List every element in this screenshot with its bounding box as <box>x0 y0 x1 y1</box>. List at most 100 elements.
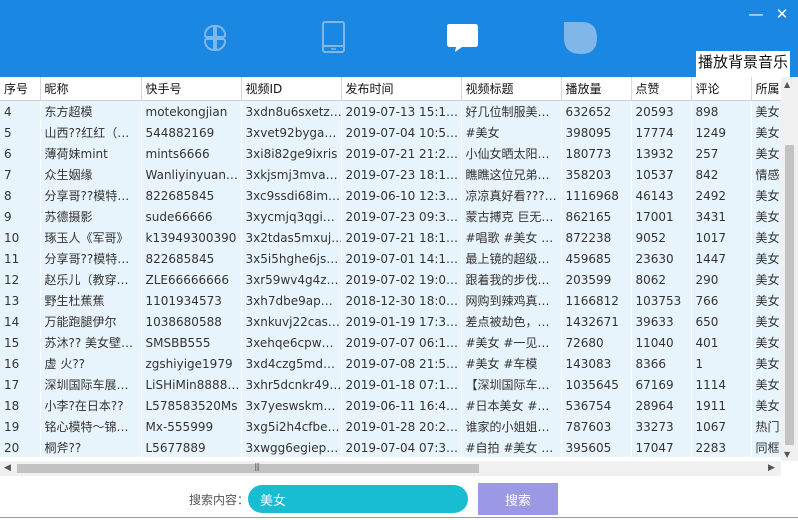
table-cell: 46143 <box>631 185 692 206</box>
table-cell: 3x5i5hghe6js… <box>241 248 342 269</box>
table-cell: 2019-01-19 17:3… <box>341 311 462 332</box>
table-cell: 1432671 <box>561 311 632 332</box>
table-cell: 3xkjsmj3mva… <box>241 164 342 185</box>
table-cell: 薄荷妹mint <box>40 143 142 164</box>
phone-icon[interactable] <box>314 20 354 56</box>
table-cell: 3xi8i82ge9ixris <box>241 143 342 164</box>
table-cell: 2019-07-23 18:1… <box>341 164 462 185</box>
table-cell: 1166812 <box>561 290 632 311</box>
table-row[interactable]: 12 赵乐儿（教穿… ZLE66666666 3xr59wv4g4z… 2019-07-… <box>0 269 791 290</box>
table-cell: 20 <box>0 437 41 457</box>
scroll-up-arrow-icon[interactable]: ▲ <box>784 80 790 89</box>
scroll-left-arrow-icon[interactable]: ◀ <box>4 463 11 473</box>
table-cell: 23630 <box>631 248 692 269</box>
table-row[interactable]: 17 深圳国际车展… LiSHiMin8888… 3xhr5dcnkr49… 2019-… <box>0 374 791 395</box>
table-cell: 395605 <box>561 437 632 457</box>
leaf-icon[interactable] <box>560 20 600 56</box>
column-header[interactable]: 评论 <box>691 77 752 101</box>
table-cell: 1911 <box>691 395 752 416</box>
table-row[interactable]: 19 铭心模特～锦… Mx-555999 3xg5i2h4cfbe… 2019-01-2… <box>0 416 791 437</box>
table-cell: 1067 <box>691 416 752 437</box>
table-cell: motekongjian <box>141 100 242 122</box>
table-cell: 7 <box>0 164 41 185</box>
play-background-music-button[interactable]: 播放背景音乐 <box>695 51 790 77</box>
table-cell: #美女 #车模 <box>461 353 562 374</box>
column-header[interactable]: 快手号 <box>141 77 242 101</box>
vertical-scrollbar[interactable]: ▲ ▼ <box>781 77 798 461</box>
table-cell: 39633 <box>631 311 692 332</box>
minimize-button[interactable]: — <box>748 6 764 22</box>
column-header[interactable]: 发布时间 <box>341 77 462 101</box>
table-row[interactable]: 16 虚 火?? zgshiyige1979 3xd4czg5md… 2019-07-0… <box>0 353 791 374</box>
table-cell: 3xh7dbe9ap… <box>241 290 342 311</box>
table-row[interactable]: 8 分享哥??模特… 822685845 3xc9ssdi68im… 2019-06-1… <box>0 185 791 206</box>
table-cell: 9052 <box>631 227 692 248</box>
table-cell: 谁家的小姐姐… <box>461 416 562 437</box>
horizontal-scrollbar[interactable]: ◀ ||| ▶ <box>0 461 781 476</box>
table-cell: 1114 <box>691 374 752 395</box>
table-row[interactable]: 18 小李?在日本?? L578583520Ms 3x7yeswskm… 2019-06… <box>0 395 791 416</box>
table-cell: 3xdn8u6sxetz… <box>241 100 342 122</box>
table-row[interactable]: 9 苏德摄影 sude66666 3xycmjq3qgi… 2019-07-23 09:… <box>0 206 791 227</box>
chat-icon[interactable] <box>442 20 482 56</box>
table-cell: 1116968 <box>561 185 632 206</box>
table-cell: 842 <box>691 164 752 185</box>
table-cell: 17047 <box>631 437 692 457</box>
column-header[interactable]: 视频标题 <box>461 77 562 101</box>
scrollbar-thumb[interactable] <box>785 145 794 445</box>
table-cell: 8062 <box>631 269 692 290</box>
table-row[interactable]: 14 万能跑腿伊尔 1038680588 3xnkuvj22cas… 2019-01-1… <box>0 311 791 332</box>
table-cell: 众生姻缘 <box>40 164 142 185</box>
table-cell: 822685845 <box>141 185 242 206</box>
table-row[interactable]: 4 东方超模 motekongjian 3xdn8u6sxetz… 2019-07-13… <box>0 100 791 122</box>
table-cell: 17 <box>0 374 41 395</box>
column-header[interactable]: 播放量 <box>561 77 632 101</box>
search-input[interactable] <box>248 485 468 513</box>
table-cell: 10537 <box>631 164 692 185</box>
apps-grid-icon[interactable] <box>195 20 235 56</box>
table-cell: Mx-555999 <box>141 416 242 437</box>
top-bar: — ✕ 播放背景音乐 <box>0 0 798 77</box>
table-cell: 822685845 <box>141 248 242 269</box>
table-cell: #日本美女 #… <box>461 395 562 416</box>
table-cell: 瞧瞧这位兄弟… <box>461 164 562 185</box>
table-cell: 28964 <box>631 395 692 416</box>
search-button[interactable]: 搜索 <box>478 483 558 515</box>
table-row[interactable]: 10 琢玉人《军哥》 k13949300390 3x2tdas5mxuj… 2019-0… <box>0 227 791 248</box>
scrollbar-thumb[interactable] <box>17 464 479 473</box>
table-cell: 分享哥??模特… <box>40 185 142 206</box>
table-cell: 11 <box>0 248 41 269</box>
table-cell: 小李?在日本?? <box>40 395 142 416</box>
table-row[interactable]: 13 野生杜蕉蕉 1101934573 3xh7dbe9ap… 2018-12-30 1… <box>0 290 791 311</box>
column-header[interactable]: 点赞 <box>631 77 692 101</box>
table-cell: 2019-07-23 09:3… <box>341 206 462 227</box>
table-cell: 3xwgg6egiep… <box>241 437 342 457</box>
scroll-right-arrow-icon[interactable]: ▶ <box>768 463 775 473</box>
table-cell: #唱歌 #美女 … <box>461 227 562 248</box>
table-cell: sude66666 <box>141 206 242 227</box>
table-row[interactable]: 20 桐斧?? L5677889 3xwgg6egiep… 2019-07-04 07:… <box>0 437 791 457</box>
table-cell: 10 <box>0 227 41 248</box>
table-row[interactable]: 15 苏沐?? 美女壁… SMSBB555 3xehqe6cpw… 2019-07-07… <box>0 332 791 353</box>
close-button[interactable]: ✕ <box>774 6 790 22</box>
column-header[interactable]: 序号 <box>0 77 41 101</box>
table-cell: 深圳国际车展… <box>40 374 142 395</box>
table-cell: 万能跑腿伊尔 <box>40 311 142 332</box>
scroll-down-arrow-icon[interactable]: ▼ <box>784 450 790 459</box>
column-header[interactable]: 视频ID <box>241 77 342 101</box>
scrollbar-grip-icon: ||| <box>254 462 260 471</box>
table-cell: 872238 <box>561 227 632 248</box>
table-cell: 13 <box>0 290 41 311</box>
table-cell: 凉凉真好看???… <box>461 185 562 206</box>
table-cell: 跟着我的步伐… <box>461 269 562 290</box>
table-cell: #自拍 #美女 … <box>461 437 562 457</box>
table-cell: 2019-07-21 21:2… <box>341 143 462 164</box>
column-header[interactable]: 昵称 <box>40 77 142 101</box>
table-row[interactable]: 5 山西??红红（… 544882169 3xvet92byga… 2019-07-04… <box>0 122 791 143</box>
table-cell: 2019-06-11 16:4… <box>341 395 462 416</box>
table-row[interactable]: 6 薄荷妹mint mints6666 3xi8i82ge9ixris 2019-07-… <box>0 143 791 164</box>
table-row[interactable]: 7 众生姻缘 Wanliyinyuan… 3xkjsmj3mva… 2019-07-23… <box>0 164 791 185</box>
table-cell: 3xhr5dcnkr49… <box>241 374 342 395</box>
table-row[interactable]: 11 分享哥??模特… 822685845 3x5i5hghe6js… 2019-07-… <box>0 248 791 269</box>
table-cell: 632652 <box>561 100 632 122</box>
